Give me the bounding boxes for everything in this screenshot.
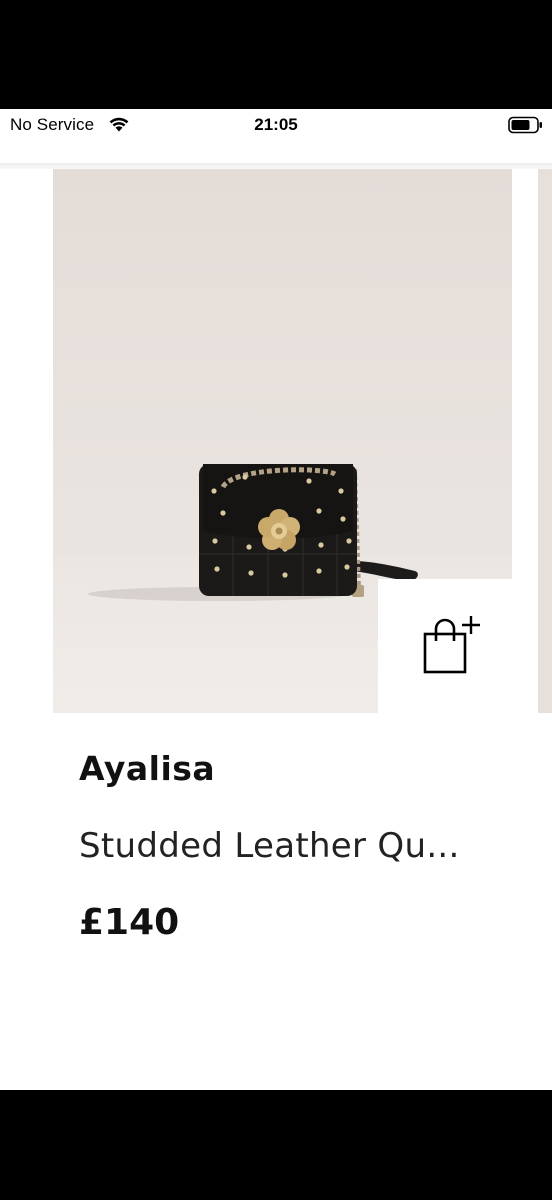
status-bar: No Service 21:05 (0, 109, 552, 141)
battery-icon (508, 116, 542, 134)
product-price: £140 (79, 902, 180, 943)
top-letterbox (0, 0, 552, 109)
next-product-image-edge[interactable] (538, 169, 552, 713)
bottom-letterbox (0, 1090, 552, 1200)
product-image[interactable] (53, 169, 512, 713)
shopping-bag-plus-icon (423, 616, 480, 674)
add-to-bag-button[interactable] (378, 579, 512, 713)
app-screen: No Service 21:05 Ayalisa Studded Leather… (0, 109, 552, 1090)
product-name: Studded Leather Qu... (79, 826, 460, 866)
product-brand: Ayalisa (79, 749, 216, 788)
status-time: 21:05 (254, 115, 298, 134)
